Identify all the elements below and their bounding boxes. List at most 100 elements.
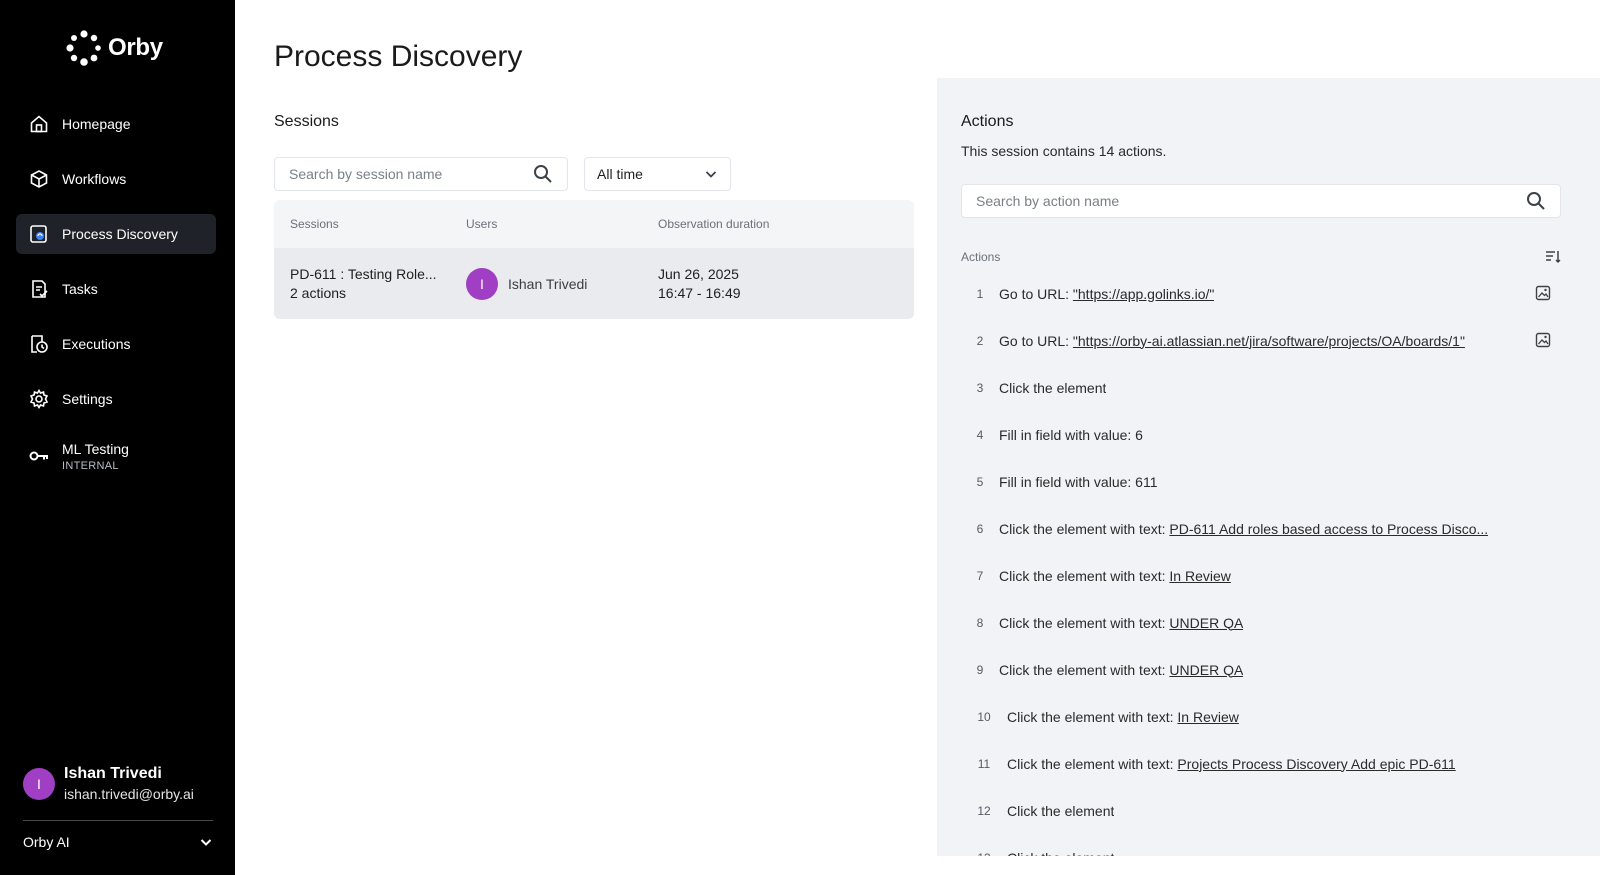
- action-target-link[interactable]: PD-611 Add roles based access to Process…: [1169, 521, 1488, 537]
- user-email: ishan.trivedi@orby.ai: [64, 786, 194, 802]
- action-text: Click the element with text: Projects Pr…: [1007, 756, 1456, 772]
- duration-cell: Jun 26, 2025 16:47 - 16:49: [658, 265, 914, 303]
- action-item[interactable]: 10 Click the element with text: In Review: [961, 693, 1561, 740]
- sidebar-item-sublabel: INTERNAL: [62, 459, 119, 472]
- sidebar-item-label: Tasks: [62, 281, 98, 297]
- time-filter-value: All time: [597, 166, 643, 182]
- session-date: Jun 26, 2025: [658, 265, 739, 282]
- action-description: Click the element: [999, 379, 1107, 396]
- session-cell: PD-611 : Testing Role... 2 actions: [274, 265, 466, 303]
- session-action-count: 2 actions: [290, 284, 347, 301]
- action-target-link[interactable]: UNDER QA: [1169, 662, 1243, 678]
- search-icon[interactable]: [533, 164, 553, 184]
- gear-icon: [28, 388, 50, 410]
- screenshot-icon[interactable]: [1535, 332, 1551, 348]
- action-text: Click the element: [999, 380, 1106, 396]
- action-item[interactable]: 12 Click the element: [961, 787, 1561, 834]
- user-name: Ishan Trivedi: [508, 275, 588, 292]
- tasks-icon: [28, 278, 50, 300]
- action-description: Click the element with text:: [1007, 755, 1178, 772]
- user-cell: I Ishan Trivedi: [466, 267, 658, 300]
- action-description: Fill in field with value: 611: [999, 473, 1158, 490]
- action-description: Click the element: [1007, 850, 1114, 857]
- user-name: Ishan Trivedi: [64, 765, 162, 782]
- action-item[interactable]: 5 Fill in field with value: 611: [961, 458, 1561, 505]
- action-item[interactable]: 4 Fill in field with value: 6: [961, 411, 1561, 458]
- action-number: 10: [977, 709, 991, 724]
- table-row[interactable]: PD-611 : Testing Role... 2 actions I Ish…: [274, 248, 914, 319]
- action-item[interactable]: 7 Click the element with text: In Review: [961, 552, 1561, 599]
- actions-summary: This session contains 14 actions.: [961, 143, 1167, 159]
- sort-icon[interactable]: [1545, 250, 1561, 264]
- action-target-link[interactable]: In Review: [1177, 709, 1238, 725]
- actions-list: 1 Go to URL: "https://app.golinks.io/" 2 Go…: [961, 270, 1561, 856]
- user-info: Ishan Trivedi ishan.trivedi@orby.ai: [64, 765, 194, 802]
- sidebar-item-ml-testing[interactable]: ML Testing INTERNAL: [16, 434, 216, 478]
- sidebar-divider: [23, 820, 213, 821]
- action-target-link[interactable]: "https://app.golinks.io/": [1073, 286, 1214, 302]
- search-icon[interactable]: [1526, 191, 1546, 211]
- sidebar-item-executions[interactable]: Executions: [16, 324, 216, 364]
- action-item[interactable]: 13Click the element: [961, 834, 1561, 857]
- action-description: Fill in field with value: 6: [999, 426, 1143, 443]
- action-item[interactable]: 9 Click the element with text: UNDER QA: [961, 646, 1561, 693]
- session-search-input[interactable]: Search by session name: [274, 157, 568, 191]
- sidebar-item-workflows[interactable]: Workflows: [16, 159, 216, 199]
- orby-logo-icon: [66, 30, 101, 66]
- action-target-link[interactable]: "https://orby-ai.atlassian.net/jira/soft…: [1073, 333, 1465, 349]
- action-target-link[interactable]: UNDER QA: [1169, 615, 1243, 631]
- avatar: I: [23, 767, 55, 800]
- action-text: Click the element with text: UNDER QA: [999, 615, 1243, 631]
- orby-logo[interactable]: Orby: [66, 30, 163, 66]
- action-target-link[interactable]: Projects Process Discovery Add epic PD-6…: [1177, 756, 1455, 772]
- actions-panel: Actions This session contains 14 actions…: [937, 78, 1600, 856]
- action-text: Click the element with text: In Review: [1007, 709, 1239, 725]
- page-title: Process Discovery: [274, 40, 523, 73]
- sidebar-item-text: ML Testing INTERNAL: [62, 441, 129, 472]
- action-number: 13: [961, 851, 1007, 857]
- action-number: 3: [976, 380, 984, 395]
- time-filter-select[interactable]: All time: [584, 157, 731, 191]
- home-icon: [28, 113, 50, 135]
- sidebar-item-homepage[interactable]: Homepage: [16, 104, 216, 144]
- action-description: Click the element: [1007, 802, 1115, 819]
- avatar: I: [466, 267, 498, 300]
- column-header-duration: Observation duration: [658, 217, 770, 231]
- sidebar-item-label: Executions: [62, 336, 131, 352]
- action-description: Go to URL:: [999, 285, 1073, 302]
- column-header-users: Users: [466, 217, 498, 231]
- session-time: 16:47 - 16:49: [658, 284, 741, 301]
- sidebar-item-process-discovery[interactable]: Process Discovery: [16, 214, 216, 254]
- actions-list-label: Actions: [961, 250, 1001, 264]
- sidebar-item-tasks[interactable]: Tasks: [16, 269, 216, 309]
- sidebar-item-label: ML Testing: [62, 440, 129, 457]
- table-header: Sessions Users Observation duration: [274, 200, 914, 248]
- action-description: Click the element with text:: [1007, 708, 1178, 725]
- action-item[interactable]: 6 Click the element with text: PD-611 Add…: [961, 505, 1561, 552]
- action-description: Click the element with text:: [999, 661, 1170, 678]
- action-text: Go to URL: "https://orby-ai.atlassian.ne…: [999, 333, 1465, 349]
- sidebar-item-label: Settings: [62, 391, 113, 407]
- action-search-input[interactable]: Search by action name: [961, 184, 1561, 218]
- action-item[interactable]: 11 Click the element with text: Projects …: [961, 740, 1561, 787]
- org-switcher[interactable]: Orby AI: [23, 830, 213, 854]
- screenshot-icon[interactable]: [1535, 285, 1551, 301]
- sessions-table: Sessions Users Observation duration PD-6…: [274, 200, 914, 319]
- brand-name: Orby: [108, 34, 163, 61]
- action-item[interactable]: 2 Go to URL: "https://orby-ai.atlassian.n…: [961, 317, 1561, 364]
- action-item[interactable]: 1 Go to URL: "https://app.golinks.io/": [961, 270, 1561, 317]
- search-placeholder: Search by session name: [289, 166, 443, 182]
- process-discovery-icon: [28, 223, 50, 245]
- action-text: Click the element with text: PD-611 Add …: [999, 521, 1488, 537]
- sidebar-item-settings[interactable]: Settings: [16, 379, 216, 419]
- action-item[interactable]: 3 Click the element: [961, 364, 1561, 411]
- action-number: 5: [976, 474, 984, 489]
- action-item[interactable]: 8 Click the element with text: UNDER QA: [961, 599, 1561, 646]
- action-target-link[interactable]: In Review: [1169, 568, 1230, 584]
- session-name: PD-611 : Testing Role...: [290, 265, 437, 282]
- action-description: Go to URL:: [999, 332, 1073, 349]
- executions-icon: [28, 333, 50, 355]
- search-placeholder: Search by action name: [976, 193, 1120, 209]
- action-number: 7: [976, 568, 984, 583]
- action-number: 4: [976, 427, 984, 442]
